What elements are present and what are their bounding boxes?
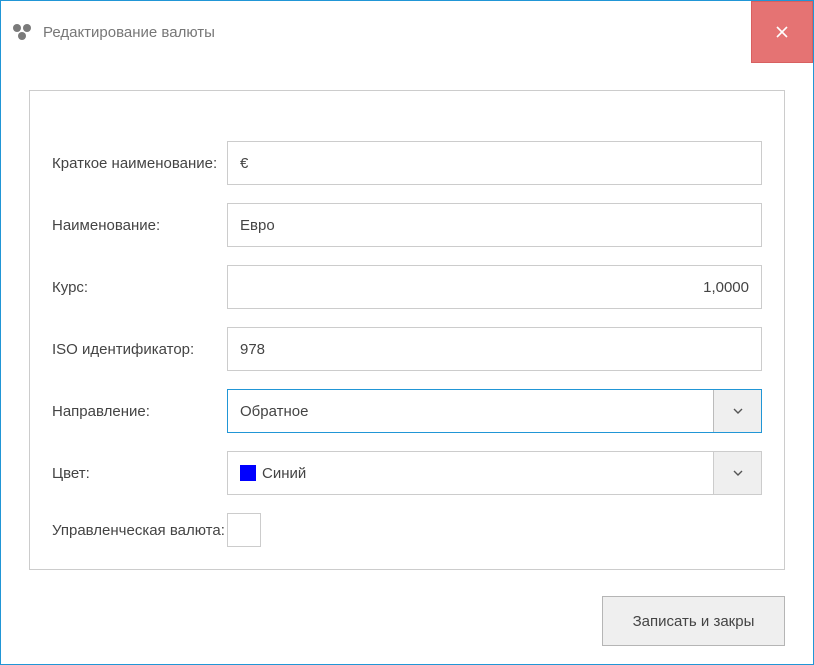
label-short-name: Краткое наименование: (52, 155, 227, 172)
rate-input[interactable] (227, 265, 762, 309)
row-rate: Курс: (52, 265, 762, 309)
color-swatch (240, 465, 256, 481)
titlebar: Редактирование валюты (1, 1, 813, 63)
row-short-name: Краткое наименование: (52, 141, 762, 185)
direction-select[interactable]: Обратное (227, 389, 762, 433)
row-iso: ISO идентификатор: (52, 327, 762, 371)
title-group: Редактирование валюты (13, 22, 215, 42)
row-name: Наименование: (52, 203, 762, 247)
color-value-wrap: Синий (228, 452, 713, 494)
row-management-currency: Управленческая валюта: (52, 513, 762, 547)
label-name: Наименование: (52, 217, 227, 234)
color-select[interactable]: Синий (227, 451, 762, 495)
footer: Записать и закры (602, 596, 785, 646)
iso-input[interactable] (227, 327, 762, 371)
chevron-down-icon (732, 467, 744, 479)
label-management-currency: Управленческая валюта: (52, 522, 227, 539)
label-color: Цвет: (52, 465, 227, 482)
chevron-down-icon (732, 405, 744, 417)
short-name-input[interactable] (227, 141, 762, 185)
direction-value: Обратное (228, 390, 713, 432)
dialog-window: Редактирование валюты Краткое наименован… (0, 0, 814, 665)
direction-dropdown-button[interactable] (713, 390, 761, 432)
row-direction: Направление: Обратное (52, 389, 762, 433)
app-icon (13, 22, 33, 42)
color-dropdown-button[interactable] (713, 452, 761, 494)
close-button[interactable] (751, 1, 813, 63)
form-panel: Краткое наименование: Наименование: Курс… (29, 90, 785, 570)
label-direction: Направление: (52, 403, 227, 420)
close-icon (774, 24, 790, 40)
name-input[interactable] (227, 203, 762, 247)
management-currency-checkbox[interactable] (227, 513, 261, 547)
content-area: Краткое наименование: Наименование: Курс… (1, 63, 813, 570)
save-close-button[interactable]: Записать и закры (602, 596, 785, 646)
label-iso: ISO идентификатор: (52, 341, 227, 358)
window-title: Редактирование валюты (43, 24, 215, 41)
color-value: Синий (262, 465, 306, 482)
label-rate: Курс: (52, 279, 227, 296)
row-color: Цвет: Синий (52, 451, 762, 495)
